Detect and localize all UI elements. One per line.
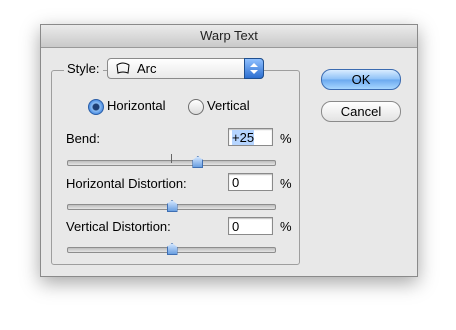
- horizontal-distortion-unit: %: [280, 176, 292, 191]
- horizontal-distortion-slider[interactable]: [67, 200, 276, 212]
- style-value: Arc: [137, 61, 157, 76]
- bend-slider[interactable]: [67, 154, 276, 168]
- horizontal-radio[interactable]: [88, 99, 104, 115]
- vertical-distortion-field[interactable]: 0: [228, 217, 273, 235]
- bend-value: +25: [232, 130, 255, 145]
- ok-button[interactable]: OK: [321, 69, 401, 90]
- style-popup[interactable]: Arc: [107, 58, 264, 79]
- style-label: Style:: [64, 61, 103, 76]
- horizontal-label: Horizontal: [107, 98, 166, 113]
- cancel-button[interactable]: Cancel: [321, 101, 401, 122]
- vertical-distortion-slider[interactable]: [67, 243, 276, 255]
- vertical-distortion-value: 0: [232, 219, 240, 234]
- settings-group: [51, 70, 300, 265]
- horizontal-distortion-field[interactable]: 0: [228, 173, 273, 191]
- bend-center-tick: [171, 154, 172, 163]
- bend-field[interactable]: +25: [228, 128, 273, 146]
- dialog-title: Warp Text: [41, 25, 417, 48]
- arc-warp-icon: [116, 62, 130, 74]
- vertical-radio[interactable]: [188, 99, 204, 115]
- horizontal-distortion-value: 0: [232, 175, 240, 190]
- vertical-distortion-label: Vertical Distortion:: [66, 219, 171, 234]
- vertical-label: Vertical: [207, 98, 250, 113]
- bend-unit: %: [280, 131, 292, 146]
- warp-text-dialog: Warp Text Style: Arc Horizontal Vertical…: [40, 24, 418, 277]
- vertical-distortion-unit: %: [280, 219, 292, 234]
- horizontal-distortion-label: Horizontal Distortion:: [66, 176, 187, 191]
- popup-arrows-icon: [244, 58, 264, 79]
- bend-label: Bend:: [66, 131, 100, 146]
